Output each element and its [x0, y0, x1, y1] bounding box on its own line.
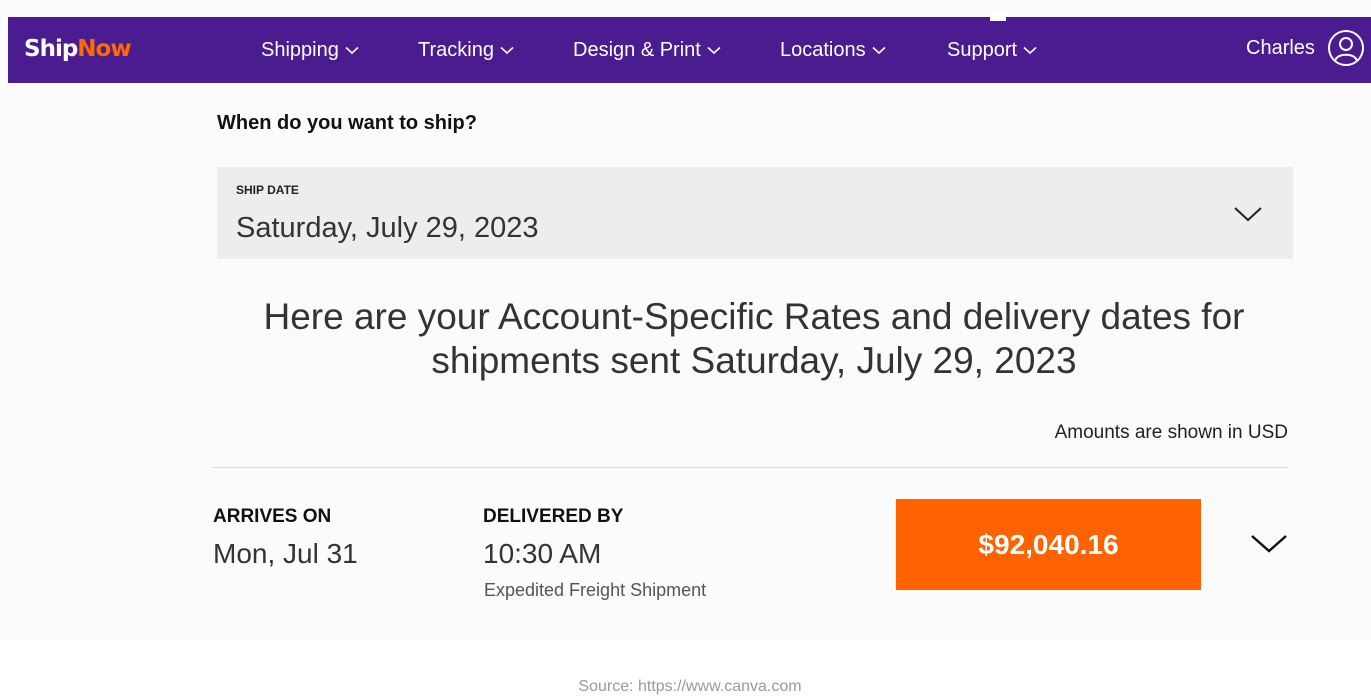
source-caption: Source: https://www.canva.com: [578, 678, 802, 695]
nav-item-shipping[interactable]: Shipping: [261, 37, 359, 63]
chevron-down-icon: [1234, 207, 1262, 222]
shipnow-logo[interactable]: ShipNow: [24, 34, 132, 64]
nav-item-design-print[interactable]: Design & Print: [573, 37, 721, 63]
rates-headline: Here are your Account-Specific Rates and…: [0, 295, 1371, 383]
arrives-on-value: Mon, Jul 31: [213, 538, 358, 569]
ship-date-value: Saturday, July 29, 2023: [236, 212, 539, 244]
decorative-notch: [990, 11, 1006, 21]
nav-item-label: Design & Print: [573, 38, 701, 61]
nav-item-label: Support: [947, 38, 1018, 61]
chevron-down-icon: [707, 46, 721, 54]
chevron-down-icon: [1023, 46, 1037, 54]
nav-item-label: Locations: [780, 38, 866, 61]
chevron-down-icon: [500, 46, 514, 54]
nav-item-label: Shipping: [261, 38, 339, 61]
chevron-down-icon: [872, 46, 886, 54]
delivered-by-value: 10:30 AM: [483, 538, 602, 569]
arrives-on-label: ARRIVES ON: [213, 506, 332, 527]
nav-item-support[interactable]: Support: [947, 37, 1037, 63]
logo-text-ship: Ship: [24, 36, 78, 62]
rates-headline-line2: shipments sent Saturday, July 29, 2023: [431, 340, 1077, 381]
ship-date-select[interactable]: SHIP DATE Saturday, July 29, 2023: [217, 167, 1293, 259]
nav-item-locations[interactable]: Locations: [780, 37, 886, 63]
rates-headline-line1: Here are your Account-Specific Rates and…: [263, 296, 1245, 337]
chevron-down-icon[interactable]: [1249, 532, 1289, 556]
user-name: Charles: [1246, 36, 1315, 59]
user-account-menu[interactable]: Charles: [1246, 29, 1365, 67]
nav-item-tracking[interactable]: Tracking: [418, 37, 514, 63]
currency-note: Amounts are shown in USD: [1054, 422, 1288, 443]
delivered-by-label: DELIVERED BY: [483, 506, 624, 527]
service-name: Expedited Freight Shipment: [484, 580, 707, 600]
nav-item-label: Tracking: [418, 38, 494, 61]
divider: [212, 467, 1289, 468]
chevron-down-icon: [345, 46, 359, 54]
top-navbar: ShipNow Shipping Tracking Design & Print…: [8, 17, 1371, 83]
ship-date-label: SHIP DATE: [236, 183, 299, 197]
logo-text-now: Now: [77, 36, 131, 62]
user-circle-icon: [1327, 30, 1364, 66]
ship-question-heading: When do you want to ship?: [217, 112, 477, 134]
rate-price-button[interactable]: $92,040.16: [896, 499, 1201, 590]
